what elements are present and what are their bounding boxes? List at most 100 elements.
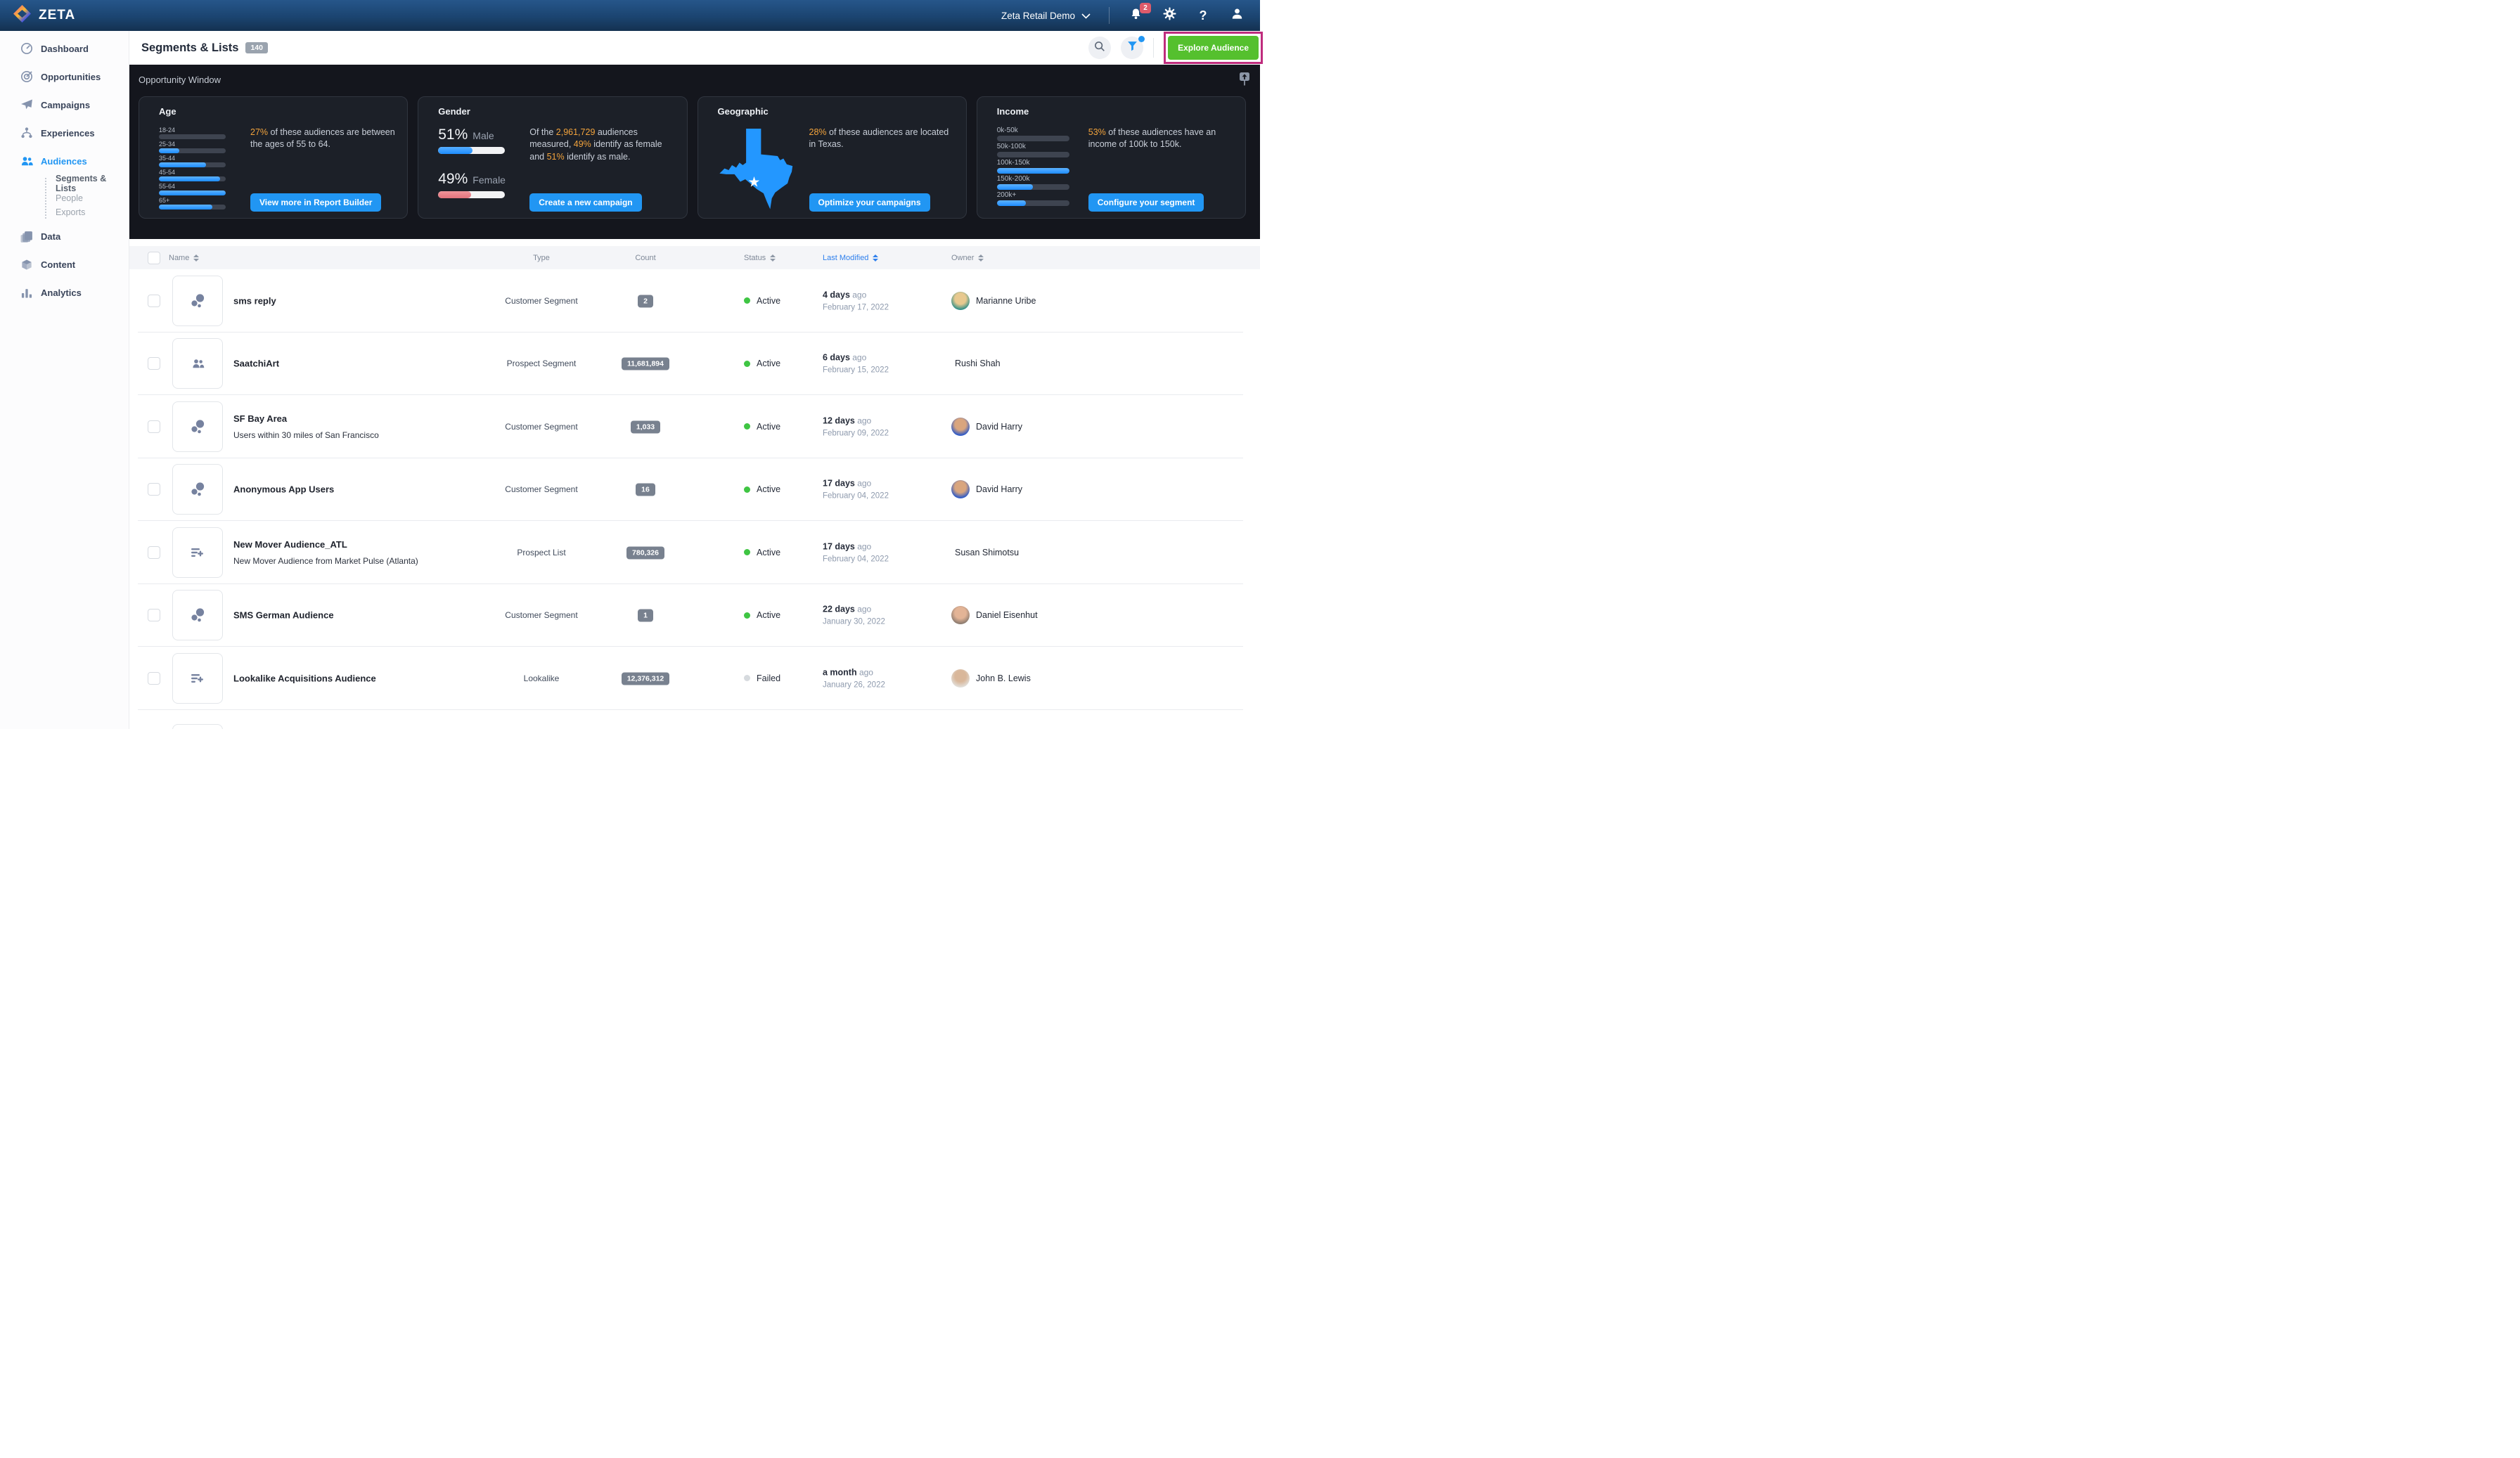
bar-65+: 65+ xyxy=(159,197,250,209)
segment-name-link[interactable]: sms reply xyxy=(233,295,276,306)
sidebar-item-data[interactable]: Data xyxy=(0,223,129,251)
status-label: Active xyxy=(757,610,781,621)
filter-button[interactable] xyxy=(1121,36,1145,59)
table-row[interactable]: SMS German Audience Customer Segment 1 Acti… xyxy=(129,584,1260,647)
column-header-count[interactable]: Count xyxy=(600,246,690,269)
age-card-title: Age xyxy=(159,106,176,117)
count-badge-cell: 2 xyxy=(600,294,690,308)
segment-name-block: Anonymous App Users xyxy=(233,484,334,495)
income-insight-text: 53% of these audiences have an income of… xyxy=(1088,127,1216,150)
sidebar-item-opportunities[interactable]: Opportunities xyxy=(0,63,129,91)
sidebar-subitems: Segments & Lists People Exports xyxy=(0,174,129,223)
table-row[interactable]: Anonymous App Users Customer Segment 16 Act… xyxy=(129,458,1260,522)
sidebar-item-label: Data xyxy=(41,231,61,242)
bar-0k-50k: 0k-50k xyxy=(996,127,1088,141)
row-checkbox[interactable] xyxy=(148,357,160,370)
sidebar-subitem-exports[interactable]: Exports xyxy=(0,205,129,220)
status-cell: Active xyxy=(744,359,780,368)
sidebar-subitem-segments-lists[interactable]: Segments & Lists xyxy=(0,174,129,193)
table-row[interactable]: Lookalike Acquisitions Audience Lookalike… xyxy=(129,647,1260,710)
notifications-button[interactable]: 2 xyxy=(1128,3,1151,23)
app: ZETA Zeta Retail Demo 2 ? Dashboard Oppo… xyxy=(0,0,1263,729)
segment-name-link[interactable]: SF Bay Area xyxy=(233,413,379,424)
search-button[interactable] xyxy=(1088,37,1112,59)
user-icon xyxy=(1230,7,1244,24)
collapse-panel-icon[interactable] xyxy=(1239,72,1250,90)
table-row[interactable]: SF Bay Area Users within 30 miles of San … xyxy=(129,395,1260,458)
segment-name-link[interactable]: SMS German Audience xyxy=(233,610,334,621)
sidebar-item-label: Campaigns xyxy=(41,99,91,110)
account-switcher[interactable]: Zeta Retail Demo xyxy=(1001,11,1091,21)
segment-name-link[interactable]: Lookalike Acquisitions Audience xyxy=(233,673,376,683)
segment-name-link[interactable]: SaatchiArt xyxy=(233,359,279,369)
page-title: Segments & Lists xyxy=(141,41,239,54)
segment-description: Users within 30 miles of San Francisco xyxy=(233,430,379,440)
explore-audience-button[interactable]: Explore Audience xyxy=(1168,36,1259,60)
list-icon xyxy=(172,527,223,578)
sort-icon xyxy=(873,254,879,262)
owner-cell: Marianne Uribe xyxy=(951,291,1036,310)
owner-cell: John B. Lewis xyxy=(951,669,1031,688)
row-checkbox[interactable] xyxy=(148,294,160,307)
table-row[interactable]: sms reply Customer Segment 2 Active 4 days a… xyxy=(129,269,1260,333)
row-checkbox[interactable] xyxy=(148,546,160,559)
sidebar-item-dashboard[interactable]: Dashboard xyxy=(0,34,129,63)
settings-button[interactable] xyxy=(1162,7,1177,23)
bar-50k-100k: 50k-100k xyxy=(996,143,1088,157)
geographic-insight-text: 28% of these audiences are located in Te… xyxy=(809,127,949,150)
count-badge: 16 xyxy=(636,483,655,496)
page-header: Segments & Lists 140 Explore Audience xyxy=(129,31,1263,65)
income-bars: 0k-50k 50k-100k 100k-150k 150k-200k 200k+ xyxy=(989,127,1088,218)
segment-name-link[interactable]: Anonymous App Users xyxy=(233,484,334,495)
owner-name: Daniel Eisenhut xyxy=(976,610,1038,621)
last-modified-cell: 4 days ago February 17, 2022 xyxy=(823,290,889,312)
status-cell: Active xyxy=(744,610,780,620)
annotation-highlight-box: Explore Audience xyxy=(1164,32,1263,64)
last-modified-cell: 12 days ago February 09, 2022 xyxy=(823,415,889,438)
sidebar-item-content[interactable]: Content xyxy=(0,251,129,279)
column-header-last-modified[interactable]: Last Modified xyxy=(823,246,879,269)
gender-stats: 51% Male 49% Female xyxy=(430,127,529,218)
segment-description: New Mover Audience from Market Pulse (At… xyxy=(233,555,418,566)
sidebar-item-audiences[interactable]: Audiences xyxy=(0,147,129,175)
table-row[interactable]: SaatchiArt Prospect Segment 11,681,894 Acti… xyxy=(129,333,1260,396)
sidebar-item-experiences[interactable]: Experiences xyxy=(0,119,129,147)
table-row-partial xyxy=(129,710,1260,729)
row-checkbox[interactable] xyxy=(148,671,160,685)
column-header-owner[interactable]: Owner xyxy=(951,246,984,269)
help-button[interactable]: ? xyxy=(1195,8,1211,23)
row-checkbox[interactable] xyxy=(148,483,160,496)
owner-name: David Harry xyxy=(976,484,1022,495)
row-checkbox[interactable] xyxy=(148,609,160,622)
segment-name-block: SF Bay Area Users within 30 miles of San … xyxy=(233,413,379,440)
row-checkbox[interactable] xyxy=(148,420,160,433)
avatar xyxy=(951,606,970,625)
owner-cell: Susan Shimotsu xyxy=(951,548,1019,557)
topbar: ZETA Zeta Retail Demo 2 ? xyxy=(0,0,1260,31)
table-row[interactable]: New Mover Audience_ATL New Mover Audience… xyxy=(129,521,1260,584)
view-report-builder-button[interactable]: View more in Report Builder xyxy=(250,193,382,212)
sidebar-item-campaigns[interactable]: Campaigns xyxy=(0,91,129,119)
segment-icon xyxy=(172,275,223,326)
profile-button[interactable] xyxy=(1229,8,1245,23)
segment-name-block: SMS German Audience xyxy=(233,610,334,621)
segment-type: Prospect List xyxy=(517,547,566,557)
owner-name: David Harry xyxy=(976,421,1022,432)
count-badge: 11,681,894 xyxy=(622,357,669,370)
sidebar-item-label: Analytics xyxy=(41,288,82,298)
configure-segment-button[interactable]: Configure your segment xyxy=(1088,193,1204,212)
segment-name-link[interactable]: New Mover Audience_ATL xyxy=(233,539,418,550)
bar-100k-150k: 100k-150k xyxy=(996,159,1088,174)
optimize-campaigns-button[interactable]: Optimize your campaigns xyxy=(809,193,930,212)
column-header-type[interactable]: Type xyxy=(495,246,588,269)
age-insight-text: 27% of these audiences are between the a… xyxy=(250,127,395,150)
select-all-checkbox[interactable] xyxy=(148,246,160,269)
map-star-icon: ★ xyxy=(747,175,760,191)
status-label: Active xyxy=(757,484,781,495)
sidebar-item-analytics[interactable]: Analytics xyxy=(0,279,129,307)
column-header-status[interactable]: Status xyxy=(744,246,776,269)
create-campaign-button[interactable]: Create a new campaign xyxy=(529,193,642,212)
people-icon xyxy=(172,338,223,389)
column-header-name[interactable]: Name xyxy=(169,246,200,269)
table-body: sms reply Customer Segment 2 Active 4 days a… xyxy=(129,269,1260,729)
